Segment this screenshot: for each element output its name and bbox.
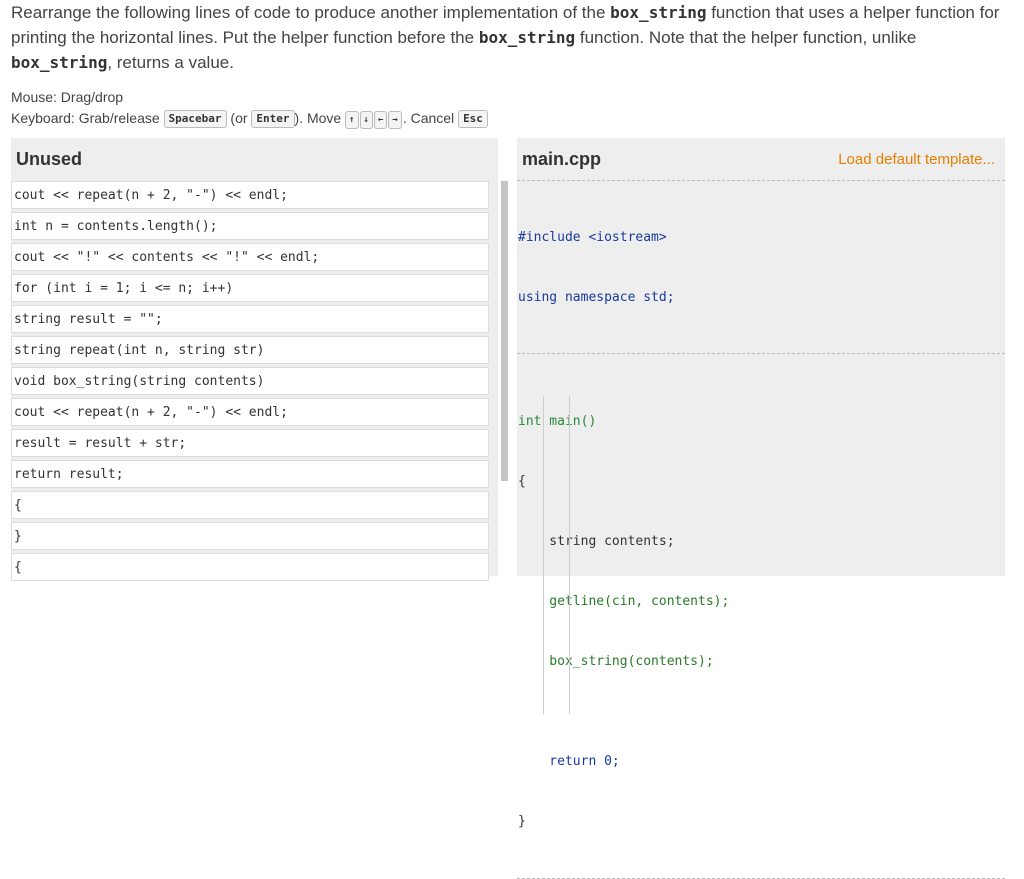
code-block[interactable]: void box_string(string contents): [11, 367, 489, 395]
code-block[interactable]: cout << "!" << contents << "!" << endl;: [11, 243, 489, 271]
file-name: main.cpp: [522, 149, 602, 169]
code-line: }: [518, 814, 526, 829]
code-block[interactable]: cout << repeat(n + 2, "-") << endl;: [11, 398, 489, 426]
editor-panel: main.cpp Load default template... #inclu…: [517, 138, 1005, 879]
unused-panel: Unused cout << repeat(n + 2, "-") << end…: [11, 138, 508, 581]
code-line: {: [518, 474, 526, 489]
code-block[interactable]: }: [11, 522, 489, 550]
or-text: (or: [230, 110, 248, 126]
using-line: using namespace std;: [518, 290, 675, 305]
code-block[interactable]: string repeat(int n, string str): [11, 336, 489, 364]
arrow-left-icon: ←: [373, 111, 388, 129]
keyboard-help-prefix: Keyboard: Grab/release: [11, 110, 160, 126]
code-block[interactable]: return result;: [11, 460, 489, 488]
indent-guide: [569, 396, 570, 714]
enter-key: Enter: [251, 110, 295, 128]
arrow-down-icon: ↓: [359, 111, 373, 129]
code-header-region: #include <iostream> using namespace std;: [517, 181, 1005, 354]
code-line: int main(): [518, 412, 1005, 432]
code-line: using namespace std;: [518, 288, 1005, 308]
cancel-text: . Cancel: [402, 110, 455, 126]
instructions-text-4: , returns a value.: [107, 53, 234, 72]
instructions-code-1: box_string: [610, 3, 707, 22]
instructions: Rearrange the following lines of code to…: [11, 0, 1011, 75]
code-line: #include <iostream>: [518, 228, 1005, 248]
main-signature-line: int main(): [518, 414, 597, 429]
spacebar-key: Spacebar: [163, 110, 227, 128]
instructions-text-1: Rearrange the following lines of code to…: [11, 3, 611, 22]
code-line: string contents;: [518, 534, 675, 549]
arrow-up-icon: ↑: [345, 111, 359, 129]
unused-scrollbar[interactable]: [501, 181, 508, 481]
include-line: #include <iostream>: [518, 230, 667, 245]
keyboard-help: Keyboard: Grab/release Spacebar (or Ente…: [11, 108, 488, 129]
code-line: return 0;: [518, 754, 620, 769]
instructions-code-3: box_string: [11, 53, 108, 72]
move-text: ). Move: [294, 110, 342, 126]
mouse-help: Mouse: Drag/drop: [11, 89, 124, 105]
load-default-template-link[interactable]: Load default template...: [838, 151, 995, 168]
main-function-region: int main() { string contents; getline(ci…: [517, 354, 1005, 879]
code-block[interactable]: string result = "";: [11, 305, 489, 333]
instructions-code-2: box_string: [478, 28, 576, 47]
esc-key: Esc: [458, 110, 488, 128]
code-block[interactable]: for (int i = 1; i <= n; i++): [11, 274, 489, 302]
code-block[interactable]: int n = contents.length();: [11, 212, 489, 240]
code-line: box_string(contents);: [518, 654, 714, 669]
code-line: getline(cin, contents);: [518, 594, 730, 609]
instructions-text-3: function. Note that the helper function,…: [575, 28, 917, 47]
unused-list: cout << repeat(n + 2, "-") << endl; int …: [11, 181, 489, 584]
code-block[interactable]: result = result + str;: [11, 429, 489, 457]
unused-title: Unused: [16, 149, 83, 169]
editor-header: main.cpp Load default template...: [517, 138, 1005, 181]
code-block[interactable]: {: [11, 491, 489, 519]
code-block[interactable]: cout << repeat(n + 2, "-") << endl;: [11, 181, 489, 209]
arrow-right-icon: →: [388, 111, 402, 129]
indent-guide: [543, 396, 544, 714]
code-block[interactable]: {: [11, 553, 489, 581]
